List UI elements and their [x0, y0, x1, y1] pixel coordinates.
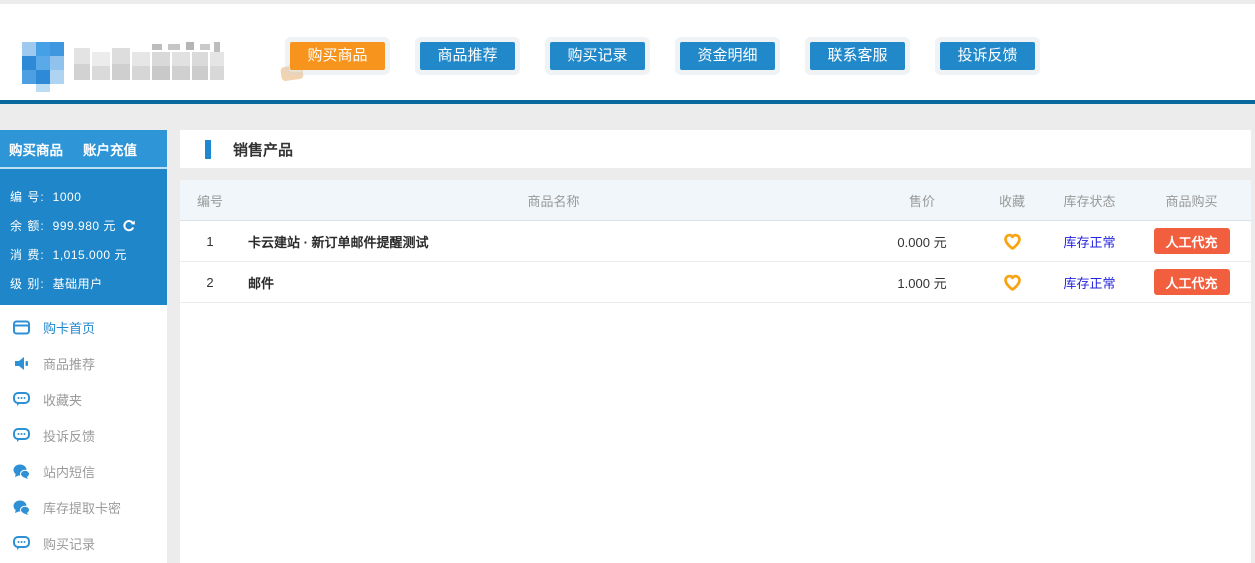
- megaphone-icon: [13, 356, 30, 371]
- menu-item-label: 收藏夹: [43, 390, 82, 409]
- menu-item-purchase-records[interactable]: 购买记录: [0, 525, 167, 561]
- nav-funds-detail-button[interactable]: 资金明细: [680, 42, 775, 70]
- menu-item-recommend[interactable]: 商品推荐: [0, 345, 167, 381]
- account-balance-value: 999.980 元: [53, 217, 116, 234]
- account-spent-value: 1,015.000 元: [53, 246, 127, 263]
- title-accent-bar: [205, 140, 211, 159]
- table-row: 2 邮件 1.000 元 库存正常 人工代充: [180, 262, 1251, 303]
- account-level-value: 基础用户: [53, 275, 103, 292]
- header-divider: [0, 100, 1255, 104]
- menu-item-site-messages[interactable]: 站内短信: [0, 453, 167, 489]
- menu-item-label: 商品推荐: [43, 354, 95, 373]
- account-id-value: 1000: [53, 190, 82, 204]
- account-spent-row: 消 费: 1,015.000 元: [10, 240, 167, 269]
- chat-bubble-icon: [13, 392, 30, 407]
- menu-item-card-home[interactable]: 购卡首页: [0, 309, 167, 345]
- menu-item-label: 库存提取卡密: [43, 498, 121, 517]
- stock-status-link: 库存正常: [1063, 235, 1115, 250]
- site-logo: [22, 36, 236, 92]
- refresh-icon[interactable]: [122, 219, 136, 233]
- menu-item-feedback[interactable]: 投诉反馈: [0, 417, 167, 453]
- account-spent-label: 消 费:: [10, 246, 45, 263]
- nav-contact-support-button[interactable]: 联系客服: [810, 42, 905, 70]
- stock-status-link: 库存正常: [1063, 276, 1115, 291]
- chat-bubbles-icon: [13, 464, 30, 479]
- sidebar-menu: 购卡首页 商品推荐 收藏夹 投诉反馈 站内短信 库存提取卡密: [0, 305, 167, 563]
- top-nav: 购买商品 商品推荐 购买记录 资金明细 联系客服 投诉反馈: [290, 42, 1035, 70]
- product-name: 邮件: [240, 273, 867, 292]
- heart-icon[interactable]: [1003, 233, 1022, 250]
- chat-bubble-icon: [13, 536, 30, 551]
- account-id-label: 编 号:: [10, 188, 45, 205]
- chat-bubble-icon: [13, 428, 30, 443]
- product-id: 2: [180, 275, 240, 290]
- col-header-price: 售价: [867, 191, 977, 210]
- product-id: 1: [180, 234, 240, 249]
- account-balance-row: 余 额: 999.980 元: [10, 211, 167, 240]
- manual-recharge-button[interactable]: 人工代充: [1154, 228, 1230, 254]
- nav-recommend-button[interactable]: 商品推荐: [420, 42, 515, 70]
- manual-recharge-button[interactable]: 人工代充: [1154, 269, 1230, 295]
- sidebar-tabs: 购买商品 账户充值: [0, 130, 167, 167]
- col-header-name: 商品名称: [240, 191, 867, 210]
- nav-purchase-records-button[interactable]: 购买记录: [550, 42, 645, 70]
- menu-item-label: 购卡首页: [43, 318, 95, 337]
- menu-item-label: 购买记录: [43, 534, 95, 553]
- card-icon: [13, 320, 30, 335]
- product-price: 0.000 元: [867, 232, 977, 251]
- section-header: 销售产品: [180, 130, 1251, 168]
- chat-bubbles-icon: [13, 500, 30, 515]
- sidebar: 购买商品 账户充值 编 号: 1000 余 额: 999.980 元 消 费: …: [0, 130, 167, 563]
- account-balance-label: 余 额:: [10, 217, 45, 234]
- page: 购买商品 商品推荐 购买记录 资金明细 联系客服 投诉反馈 购买商品 账户充值 …: [0, 0, 1255, 563]
- account-level-row: 级 别: 基础用户: [10, 269, 167, 298]
- tab-buy-products[interactable]: 购买商品: [9, 139, 63, 159]
- account-info-panel: 编 号: 1000 余 额: 999.980 元 消 费: 1,015.000 …: [0, 169, 167, 305]
- menu-item-label: 站内短信: [43, 462, 95, 481]
- col-header-stock: 库存状态: [1047, 191, 1132, 210]
- heart-icon[interactable]: [1003, 274, 1022, 291]
- product-price: 1.000 元: [867, 273, 977, 292]
- account-level-label: 级 别:: [10, 275, 45, 292]
- tab-account-recharge[interactable]: 账户充值: [83, 139, 137, 159]
- account-id-row: 编 号: 1000: [10, 182, 167, 211]
- product-name: 卡云建站 · 新订单邮件提醒测试: [240, 232, 867, 251]
- table-row: 1 卡云建站 · 新订单邮件提醒测试 0.000 元 库存正常 人工代充: [180, 221, 1251, 262]
- products-table: 编号 商品名称 售价 收藏 库存状态 商品购买 1 卡云建站 · 新订单邮件提醒…: [180, 180, 1251, 563]
- menu-item-stock-card-keys[interactable]: 库存提取卡密: [0, 489, 167, 525]
- col-header-buy: 商品购买: [1132, 191, 1251, 210]
- menu-item-label: 投诉反馈: [43, 426, 95, 445]
- header: 购买商品 商品推荐 购买记录 资金明细 联系客服 投诉反馈: [0, 4, 1255, 100]
- page-title: 销售产品: [233, 139, 293, 160]
- table-header-row: 编号 商品名称 售价 收藏 库存状态 商品购买: [180, 180, 1251, 221]
- col-header-favorite: 收藏: [977, 191, 1047, 210]
- nav-feedback-button[interactable]: 投诉反馈: [940, 42, 1035, 70]
- nav-buy-products-button[interactable]: 购买商品: [290, 42, 385, 70]
- menu-item-favorites[interactable]: 收藏夹: [0, 381, 167, 417]
- col-header-id: 编号: [180, 191, 240, 210]
